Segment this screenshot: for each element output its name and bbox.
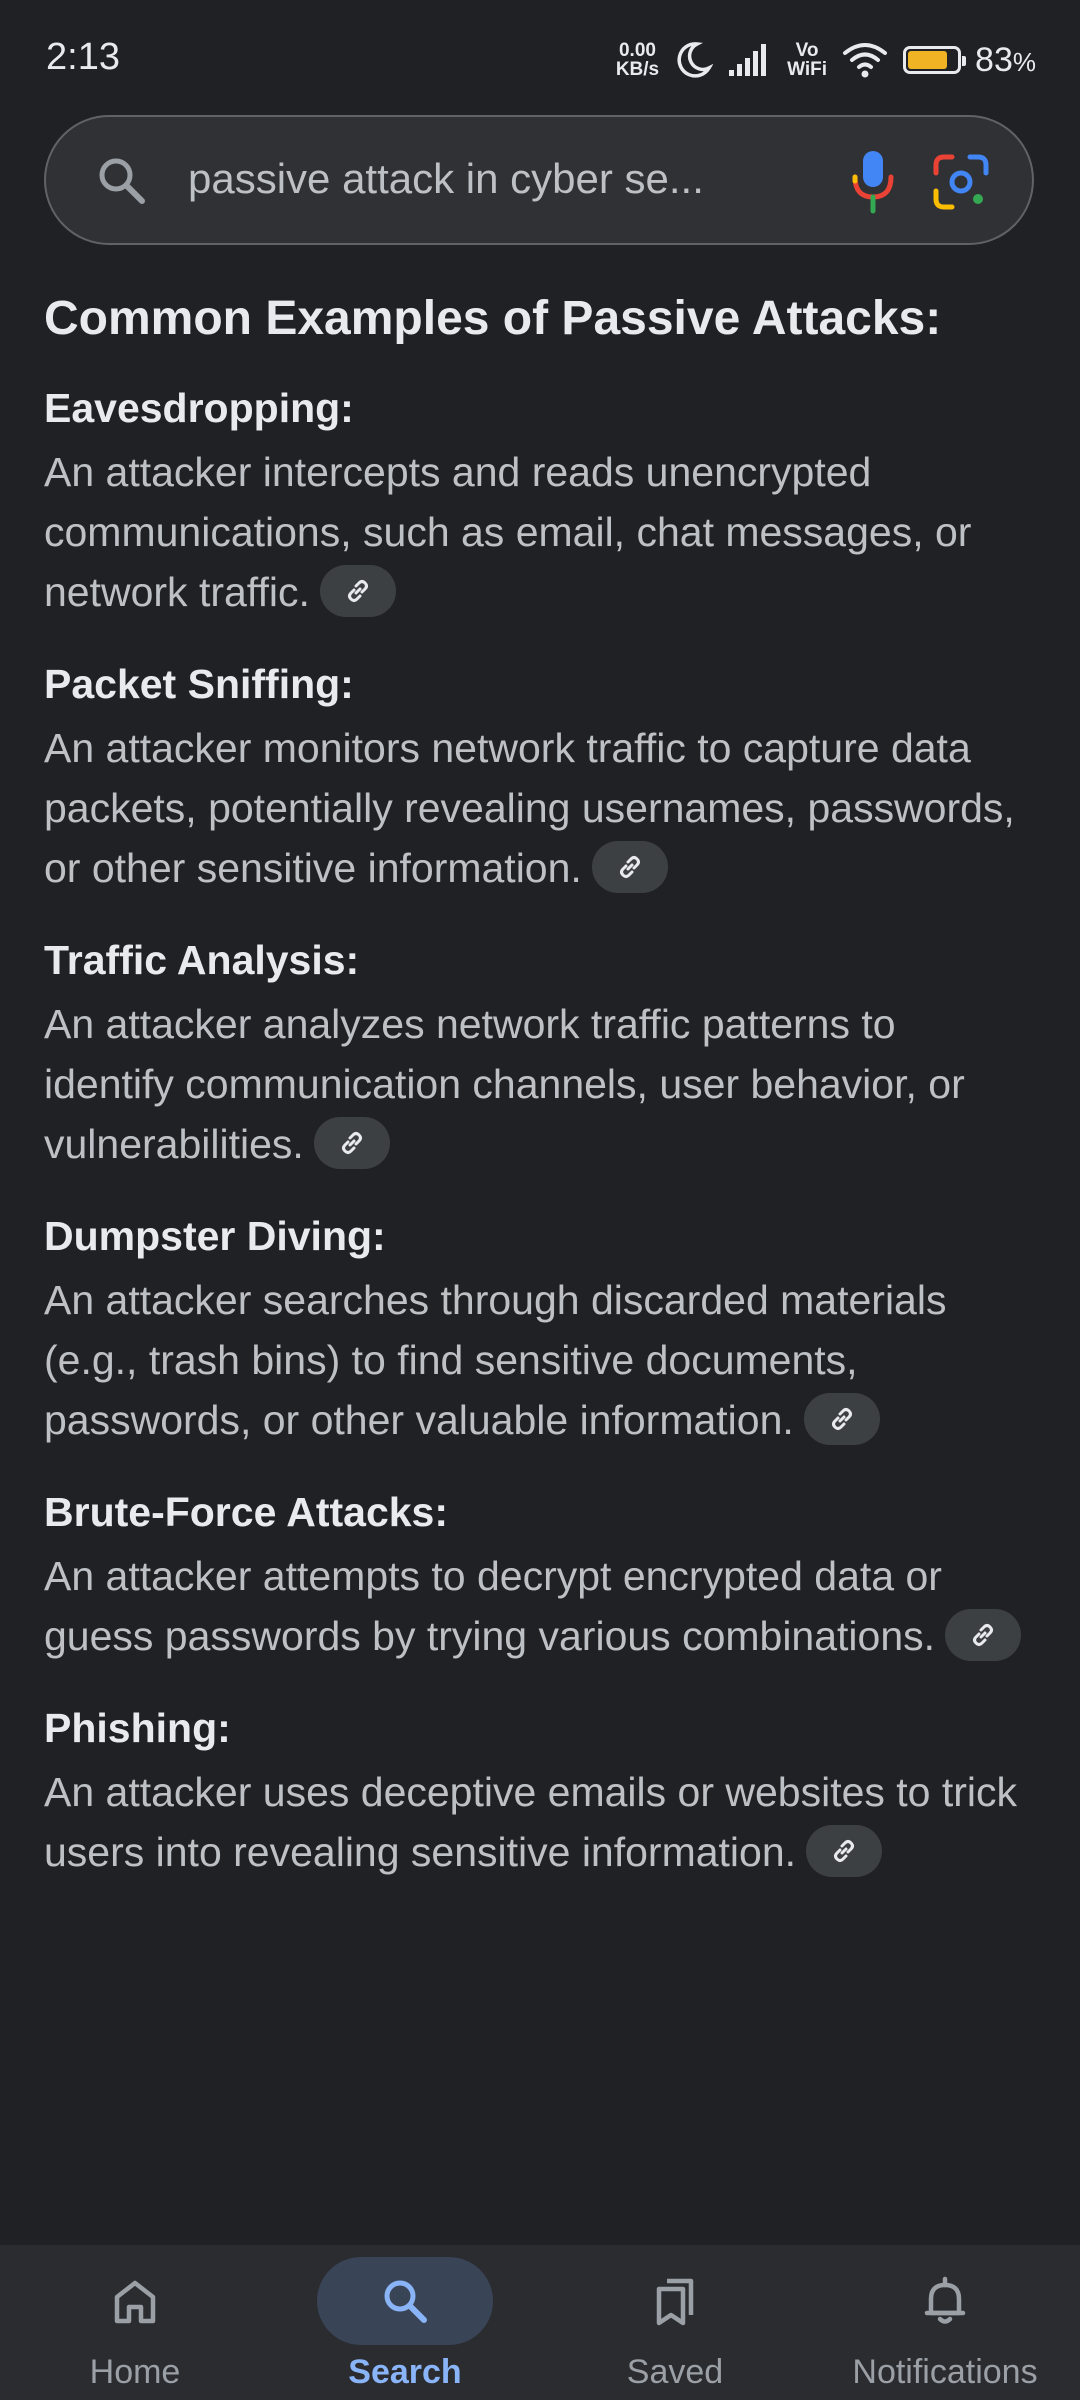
item-heading: Packet Sniffing:	[44, 661, 354, 707]
nav-notifications[interactable]: Notifications	[810, 2245, 1080, 2400]
network-speed-value: 0.00	[618, 40, 656, 61]
list-item: Phishing: An attacker uses deceptive ema…	[44, 1702, 1034, 1882]
nav-home[interactable]: Home	[0, 2245, 270, 2400]
nav-saved[interactable]: Saved	[540, 2245, 810, 2400]
list-item: Traffic Analysis: An attacker analyzes n…	[44, 934, 1034, 1174]
item-heading: Brute-Force Attacks:	[44, 1489, 449, 1535]
home-icon	[114, 2280, 156, 2324]
source-link-button[interactable]	[319, 565, 396, 618]
list-item: Packet Sniffing: An attacker monitors ne…	[44, 658, 1034, 898]
vowifi-indicator: Vo WiFi	[787, 41, 827, 79]
status-time: 2:13	[46, 36, 120, 78]
item-heading: Dumpster Diving:	[44, 1213, 386, 1259]
moon-icon	[677, 42, 714, 78]
link-icon	[834, 1840, 855, 1863]
signal-icon	[729, 44, 767, 76]
answer-content: Common Examples of Passive Attacks: Eave…	[44, 290, 1034, 1918]
search-icon	[384, 2280, 427, 2323]
search-bar[interactable]: passive attack in cyber se...	[44, 115, 1034, 245]
battery-icon	[903, 46, 967, 74]
source-link-button[interactable]	[806, 1825, 883, 1878]
search-input[interactable]: passive attack in cyber se...	[188, 155, 704, 203]
link-icon	[973, 1624, 994, 1647]
item-heading: Eavesdropping:	[44, 385, 354, 431]
nav-home-label: Home	[89, 2353, 181, 2391]
search-icon[interactable]	[94, 153, 150, 209]
link-icon	[619, 856, 640, 879]
item-body: An attacker searches through discarded m…	[44, 1270, 1034, 1450]
network-speed: 0.00 KB/s	[616, 41, 659, 79]
source-link-button[interactable]	[313, 1117, 390, 1170]
item-heading: Phishing:	[44, 1705, 231, 1751]
google-lens-icon[interactable]	[930, 151, 992, 213]
bookmarks-icon	[656, 2278, 694, 2326]
nav-search-label: Search	[348, 2353, 462, 2391]
list-item: Eavesdropping: An attacker intercepts an…	[44, 382, 1034, 622]
nav-search[interactable]: Search	[270, 2245, 540, 2400]
item-body: An attacker analyzes network traffic pat…	[44, 994, 1034, 1174]
item-body: An attacker attempts to decrypt encrypte…	[44, 1546, 1034, 1666]
wifi-icon	[843, 43, 888, 78]
source-link-button[interactable]	[803, 1393, 880, 1446]
wifi-label: WiFi	[787, 59, 828, 80]
status-bar: 2:13 0.00 KB/s Vo WiFi 83%	[0, 0, 1080, 120]
link-icon	[831, 1408, 852, 1431]
source-link-button[interactable]	[591, 841, 668, 894]
list-item: Brute-Force Attacks: An attacker attempt…	[44, 1486, 1034, 1666]
link-icon	[341, 1132, 362, 1155]
status-icons: 0.00 KB/s Vo WiFi 83%	[616, 34, 1036, 86]
vo-label: Vo	[795, 40, 819, 61]
source-link-button[interactable]	[945, 1609, 1022, 1662]
link-icon	[347, 580, 368, 603]
battery-fill	[908, 51, 948, 69]
microphone-icon[interactable]	[846, 147, 900, 217]
bottom-navigation: Home Search Saved Notifications	[0, 2245, 1080, 2400]
item-heading: Traffic Analysis:	[44, 937, 360, 983]
section-title: Common Examples of Passive Attacks:	[44, 292, 942, 345]
bell-icon	[924, 2276, 966, 2324]
item-body: An attacker monitors network traffic to …	[44, 718, 1034, 898]
network-speed-unit: KB/s	[615, 59, 660, 80]
list-item: Dumpster Diving: An attacker searches th…	[44, 1210, 1034, 1450]
nav-saved-label: Saved	[626, 2353, 724, 2391]
battery-percent: 83%	[975, 40, 1036, 79]
nav-notifications-label: Notifications	[852, 2353, 1038, 2391]
item-body: An attacker intercepts and reads unencry…	[44, 442, 1034, 622]
item-body: An attacker uses deceptive emails or web…	[44, 1762, 1034, 1882]
